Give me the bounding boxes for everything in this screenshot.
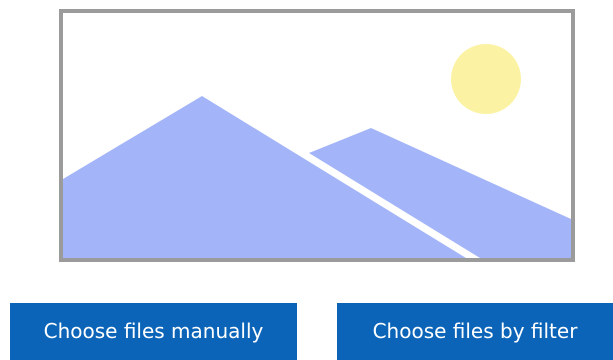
image-placeholder-icon	[63, 44, 571, 258]
stage: Choose files manually Choose files by fi…	[0, 0, 613, 360]
choose-files-manually-button[interactable]: Choose files manually	[10, 303, 297, 360]
choose-files-by-filter-button[interactable]: Choose files by filter	[337, 303, 613, 360]
image-placeholder	[59, 9, 575, 262]
sun-icon	[451, 44, 521, 114]
